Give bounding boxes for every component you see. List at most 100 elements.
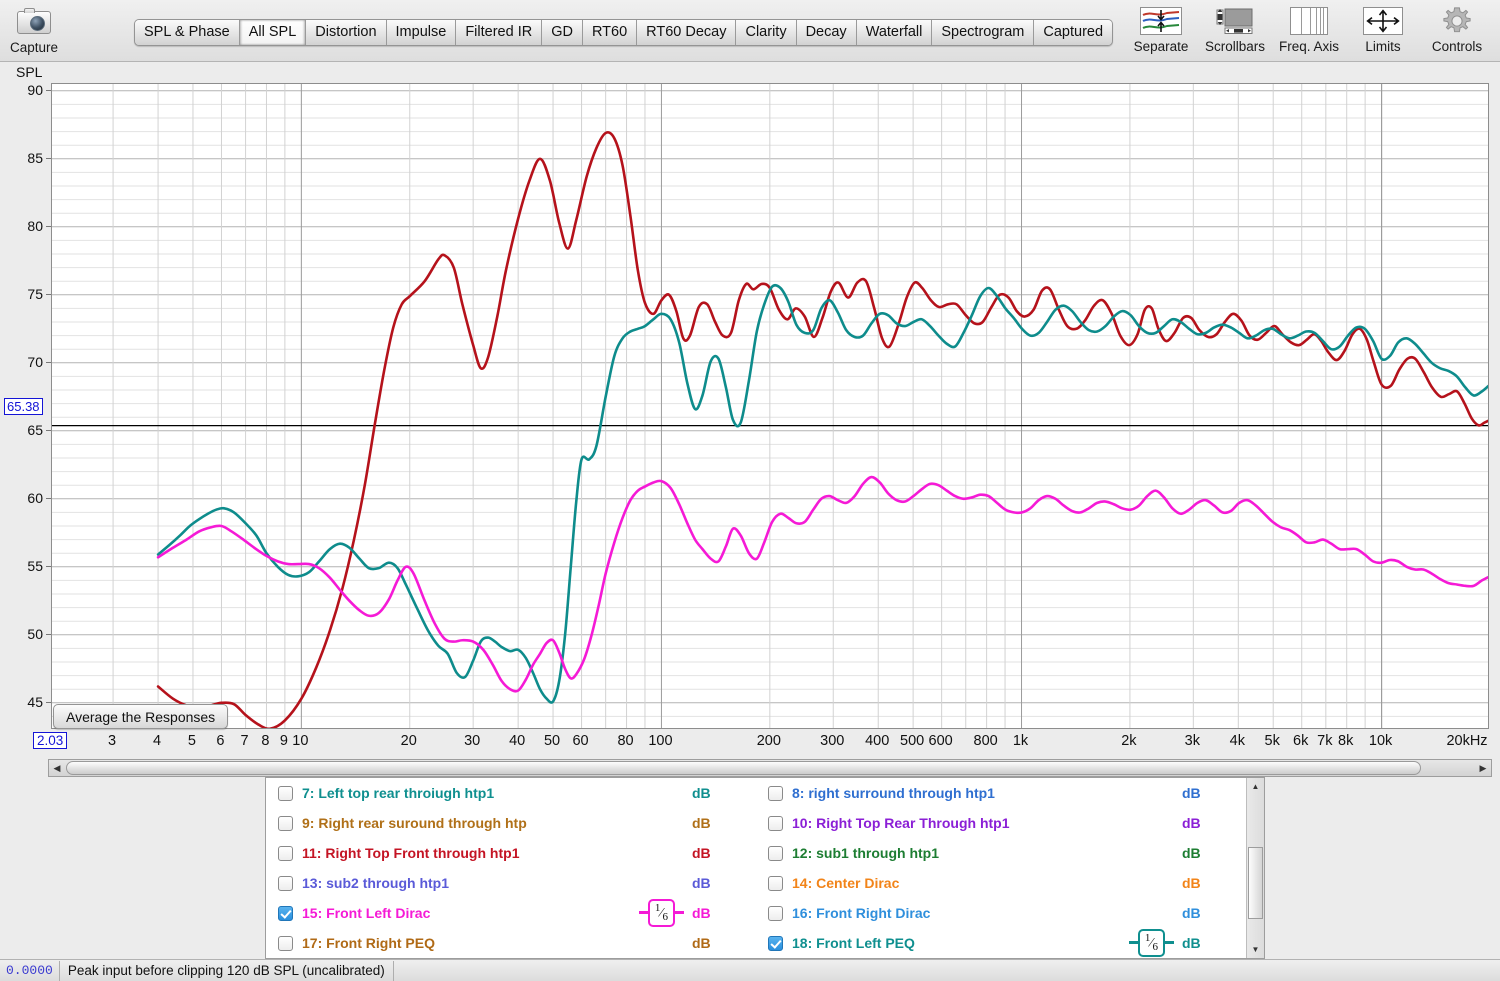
legend-checkbox[interactable] (278, 935, 293, 951)
smoothing-line-left (1128, 941, 1138, 945)
tab-gd[interactable]: GD (542, 20, 583, 45)
view-tabs[interactable]: SPL & Phase All SPL Distortion Impulse Filte… (134, 19, 1114, 46)
tab-all-spl[interactable]: All SPL (239, 20, 307, 45)
x-tick-label: 30 (464, 733, 481, 749)
average-responses-button[interactable]: Average the Responses (53, 704, 229, 729)
legend-checkbox[interactable] (278, 875, 293, 891)
legend-label[interactable]: 17: Front Right PEQ (302, 935, 435, 951)
legend-checkbox[interactable] (278, 785, 293, 801)
legend-row[interactable]: 10: Right Top Rear Through htp1 dB (756, 808, 1246, 838)
legend-unit[interactable]: dB (1182, 875, 1246, 891)
legend-scrollbar[interactable]: ▲ ▼ (1246, 778, 1264, 958)
measurement-legend-panel[interactable]: 7: Left top rear throiugh htp1 dB 8: right… (265, 777, 1265, 959)
legend-row[interactable]: 14: Center Dirac dB (756, 868, 1246, 898)
legend-label[interactable]: 10: Right Top Rear Through htp1 (792, 815, 1010, 831)
legend-unit[interactable]: dB (1182, 845, 1246, 861)
scrollbars-button[interactable]: Scrollbars (1198, 4, 1272, 54)
tab-impulse[interactable]: Impulse (386, 20, 457, 45)
legend-scroll-track[interactable] (1247, 795, 1264, 941)
cursor-x-readout[interactable]: 2.03 (33, 732, 68, 749)
legend-scroll-thumb[interactable] (1248, 847, 1263, 919)
smoothing-value[interactable]: 1⁄6 (1137, 929, 1165, 957)
legend-checkbox[interactable] (278, 815, 293, 831)
scroll-right-arrow[interactable]: ▶ (1475, 760, 1491, 776)
legend-row[interactable]: 11: Right Top Front through htp1 dB (266, 838, 756, 868)
legend-scroll-down-arrow[interactable]: ▼ (1247, 941, 1264, 958)
scrollbars-icon (1198, 4, 1272, 38)
legend-row[interactable]: 15: Front Left Dirac 1⁄6 dB (266, 898, 756, 928)
legend-unit[interactable]: dB (1182, 785, 1246, 801)
tab-captured[interactable]: Captured (1034, 20, 1113, 45)
legend-unit[interactable]: dB (692, 785, 756, 801)
frequency-axis-button[interactable]: Freq. Axis (1272, 4, 1346, 54)
legend-unit[interactable]: dB (692, 815, 756, 831)
tab-decay[interactable]: Decay (796, 20, 857, 45)
legend-row[interactable]: 17: Front Right PEQ dB (266, 928, 756, 958)
spl-plot[interactable] (51, 83, 1489, 729)
legend-unit[interactable]: dB (692, 845, 756, 861)
legend-checkbox[interactable] (768, 905, 783, 921)
legend-label[interactable]: 7: Left top rear throiugh htp1 (302, 785, 494, 801)
legend-row[interactable]: 16: Front Right Dirac dB (756, 898, 1246, 928)
legend-unit[interactable]: dB (1182, 815, 1246, 831)
tab-filtered-ir[interactable]: Filtered IR (456, 20, 543, 45)
controls-label: Controls (1431, 39, 1483, 54)
controls-button[interactable]: Controls (1420, 4, 1494, 54)
tab-clarity[interactable]: Clarity (736, 20, 797, 45)
tab-rt60[interactable]: RT60 (582, 20, 638, 45)
separate-button[interactable]: Separate (1124, 4, 1198, 54)
horizontal-scrollbar[interactable]: ◀ ▶ (48, 759, 1492, 777)
legend-label[interactable]: 15: Front Left Dirac (302, 905, 430, 921)
legend-unit[interactable]: dB (1182, 935, 1246, 951)
limits-button[interactable]: Limits (1346, 4, 1420, 54)
legend-unit[interactable]: dB (692, 875, 756, 891)
legend-unit[interactable]: dB (692, 935, 756, 951)
legend-label[interactable]: 9: Right rear suround through htp (302, 815, 527, 831)
smoothing-indicator[interactable]: 1⁄6 (638, 899, 684, 927)
limits-arrows-icon (1346, 4, 1420, 38)
legend-checkbox[interactable] (768, 785, 783, 801)
toolbar: Capture SPL & Phase All SPL Distortion Impu… (0, 0, 1500, 62)
legend-row[interactable]: 12: sub1 through htp1 dB (756, 838, 1246, 868)
smoothing-indicator[interactable]: 1⁄6 (1128, 929, 1174, 957)
status-value: 0.0000 (6, 963, 53, 978)
legend-label[interactable]: 12: sub1 through htp1 (792, 845, 939, 861)
tab-distortion[interactable]: Distortion (306, 20, 387, 45)
cursor-y-readout[interactable]: 65.38 (4, 398, 43, 415)
x-tick-label: 3k (1184, 733, 1200, 749)
legend-label[interactable]: 18: Front Left PEQ (792, 935, 915, 951)
legend-row[interactable]: 18: Front Left PEQ 1⁄6 dB (756, 928, 1246, 958)
x-tick-label: 4 (153, 733, 162, 749)
legend-row[interactable]: 8: right surround through htp1 dB (756, 778, 1246, 808)
legend-row[interactable]: 9: Right rear suround through htp dB (266, 808, 756, 838)
legend-label[interactable]: 16: Front Right Dirac (792, 905, 930, 921)
legend-checkbox[interactable] (768, 875, 783, 891)
legend-label[interactable]: 8: right surround through htp1 (792, 785, 995, 801)
tab-waterfall[interactable]: Waterfall (856, 20, 933, 45)
legend-row[interactable]: 13: sub2 through htp1 dB (266, 868, 756, 898)
legend-scroll-up-arrow[interactable]: ▲ (1247, 778, 1264, 795)
legend-checkbox[interactable] (768, 845, 783, 861)
tab-spectrogram[interactable]: Spectrogram (932, 20, 1035, 45)
capture-button[interactable]: Capture (0, 5, 77, 55)
x-tick-label: 6k (1293, 733, 1309, 749)
legend-row[interactable]: 7: Left top rear throiugh htp1 dB (266, 778, 756, 808)
legend-checkbox[interactable] (278, 905, 293, 921)
horizontal-scroll-thumb[interactable] (66, 761, 1421, 775)
legend-checkbox[interactable] (278, 845, 293, 861)
legend-unit[interactable]: dB (692, 905, 756, 921)
legend-checkbox[interactable] (768, 935, 783, 951)
trace-18 (156, 283, 1488, 704)
legend-unit[interactable]: dB (1182, 905, 1246, 921)
legend-label[interactable]: 13: sub2 through htp1 (302, 875, 449, 891)
legend-checkbox[interactable] (768, 815, 783, 831)
scroll-left-arrow[interactable]: ◀ (49, 760, 65, 776)
tab-spl-phase[interactable]: SPL & Phase (135, 20, 240, 45)
legend-label[interactable]: 14: Center Dirac (792, 875, 899, 891)
x-tick-label: 40 (509, 733, 526, 749)
y-tick-label: 85 (27, 149, 43, 166)
smoothing-value[interactable]: 1⁄6 (647, 899, 675, 927)
status-bar: 0.0000 Peak input before clipping 120 dB… (0, 959, 1500, 981)
legend-label[interactable]: 11: Right Top Front through htp1 (302, 845, 519, 861)
tab-rt60-decay[interactable]: RT60 Decay (637, 20, 737, 45)
